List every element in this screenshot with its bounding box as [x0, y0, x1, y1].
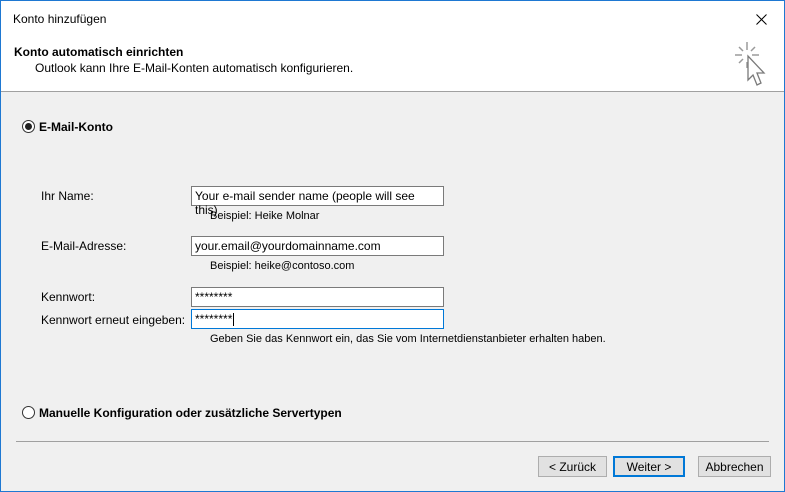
email-label: E-Mail-Adresse: — [41, 239, 127, 253]
password-label: Kennwort: — [41, 290, 96, 304]
wizard-sparkle-cursor-icon — [735, 42, 766, 86]
add-account-dialog: Konto hinzufügen Konto automatisch einri… — [0, 0, 785, 492]
password-hint: Geben Sie das Kennwort ein, das Sie vom … — [210, 333, 606, 345]
close-icon — [755, 14, 767, 25]
manual-config-label[interactable]: Manuelle Konfiguration oder zusätzliche … — [39, 406, 342, 420]
password-repeat-field[interactable]: ******** — [191, 309, 444, 329]
password-field[interactable]: ******** — [191, 287, 444, 307]
title-bar: Konto hinzufügen — [1, 1, 784, 38]
close-button[interactable] — [738, 1, 784, 38]
name-label: Ihr Name: — [41, 189, 94, 203]
cancel-button[interactable]: Abbrechen — [698, 456, 771, 477]
wizard-header: Konto automatisch einrichten Outlook kan… — [1, 38, 784, 92]
name-field[interactable]: Your e-mail sender name (people will see… — [191, 186, 444, 217]
email-account-radio[interactable] — [22, 120, 35, 133]
manual-config-radio[interactable] — [22, 406, 35, 419]
password-repeat-label: Kennwort erneut eingeben: — [41, 313, 186, 327]
header-subtitle: Outlook kann Ihre E-Mail-Konten automati… — [35, 61, 354, 75]
next-button[interactable]: Weiter > — [613, 456, 685, 477]
name-hint: Beispiel: Heike Molnar — [210, 210, 320, 222]
window-title: Konto hinzufügen — [13, 12, 107, 26]
footer-divider — [16, 441, 769, 442]
email-account-label[interactable]: E-Mail-Konto — [39, 120, 113, 134]
email-field[interactable]: your.email@yourdomainname.com — [191, 236, 444, 256]
header-title: Konto automatisch einrichten — [14, 45, 184, 59]
email-hint: Beispiel: heike@contoso.com — [210, 260, 355, 272]
back-button[interactable]: < Zurück — [538, 456, 607, 477]
text-caret — [233, 313, 235, 327]
password-repeat-value: ******** — [195, 312, 233, 326]
